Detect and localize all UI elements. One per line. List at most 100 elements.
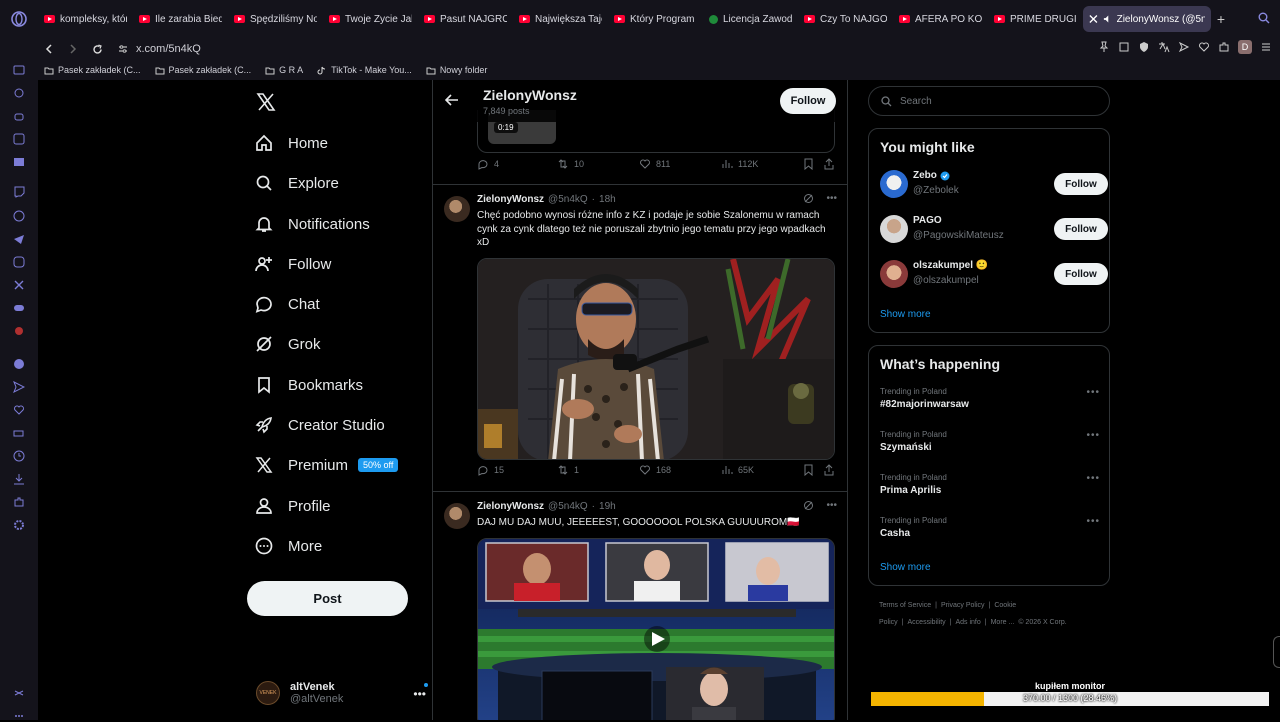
trend-item[interactable]: Trending in Poland Szymański ••• xyxy=(880,430,1100,453)
opera-logo-icon[interactable] xyxy=(0,0,38,38)
back-icon[interactable] xyxy=(40,40,58,58)
trend-item[interactable]: Trending in Poland Casha ••• xyxy=(880,516,1100,539)
tweet-author-name[interactable]: ZielonyWonsz xyxy=(477,194,544,205)
tab-active[interactable]: ZielonyWonsz (@5n4k xyxy=(1083,6,1211,32)
suggested-name[interactable]: Zebo xyxy=(913,170,937,181)
tab[interactable]: Największa Taje xyxy=(513,6,608,32)
follow-button[interactable]: Follow xyxy=(780,88,836,114)
tweet-author-handle[interactable]: @5n4kQ xyxy=(548,501,588,512)
nav-item-profile[interactable]: Profile xyxy=(254,496,331,516)
tweet-more-icon[interactable]: ••• xyxy=(826,193,837,204)
footer-link[interactable]: More ... xyxy=(991,619,1015,626)
sidebar-more-icon[interactable] xyxy=(13,710,25,722)
trend-more-icon[interactable]: ••• xyxy=(1086,430,1100,441)
tab[interactable]: Spędziliśmy Noc xyxy=(228,6,323,32)
tweet-media-video[interactable] xyxy=(477,538,835,720)
sidebar-extensions-icon[interactable] xyxy=(13,496,25,508)
grok-icon[interactable] xyxy=(803,500,814,511)
repost-button[interactable]: 10 xyxy=(557,158,584,170)
trend-more-icon[interactable]: ••• xyxy=(1086,516,1100,527)
footer-link[interactable]: Privacy Policy xyxy=(941,602,985,609)
show-more-link[interactable]: Show more xyxy=(880,309,931,320)
bookmark-item[interactable]: Nowy folder xyxy=(426,65,487,75)
profile-avatar[interactable]: D xyxy=(1238,40,1252,54)
tweet-time[interactable]: 18h xyxy=(599,194,616,205)
nav-item-premium[interactable]: Premium 50% off xyxy=(254,455,399,475)
reply-button[interactable]: 15 xyxy=(477,464,504,476)
sidebar-spotify-icon[interactable] xyxy=(13,358,25,370)
sidebar-settings-icon[interactable] xyxy=(13,519,25,531)
sidebar-workspace-icon[interactable] xyxy=(13,64,25,76)
account-switcher[interactable]: VENEK altVenek @altVenek ••• xyxy=(256,681,428,705)
sidebar-heart-icon[interactable] xyxy=(13,404,25,416)
grok-icon[interactable] xyxy=(803,193,814,204)
nav-item-home[interactable]: Home xyxy=(254,133,328,153)
nav-item-creator-studio[interactable]: Creator Studio xyxy=(254,415,385,435)
follow-button[interactable]: Follow xyxy=(1054,173,1108,195)
nav-item-follow[interactable]: Follow xyxy=(254,254,331,274)
bookmark-item[interactable]: Pasek zakładek (C... xyxy=(44,65,141,75)
sidebar-send-icon[interactable] xyxy=(13,381,25,393)
trend-more-icon[interactable]: ••• xyxy=(1086,473,1100,484)
sidebar-discord-icon[interactable] xyxy=(13,302,25,314)
heart-icon[interactable] xyxy=(1198,41,1210,53)
sidebar-history-icon[interactable] xyxy=(13,450,25,462)
trend-more-icon[interactable]: ••• xyxy=(1086,387,1100,398)
show-more-link[interactable]: Show more xyxy=(880,562,931,573)
search-input[interactable]: Search xyxy=(868,86,1110,116)
tab-search-icon[interactable] xyxy=(1258,12,1270,24)
tab[interactable]: Pasut NAJGROŹ xyxy=(418,6,513,32)
sidebar-messenger-icon[interactable] xyxy=(13,210,25,222)
follow-button[interactable]: Follow xyxy=(1054,218,1108,240)
tab[interactable]: kompleksy, które xyxy=(38,6,133,32)
sidebar-gmail-icon[interactable] xyxy=(13,156,25,168)
reload-icon[interactable] xyxy=(88,40,106,58)
reply-button[interactable]: 4 xyxy=(477,158,499,170)
url-field[interactable]: x.com/5n4kQ xyxy=(118,43,201,55)
nav-item-more[interactable]: More xyxy=(254,536,322,556)
tweet-more-icon[interactable]: ••• xyxy=(826,500,837,511)
tab[interactable]: AFERA PO KONI xyxy=(893,6,988,32)
views-button[interactable]: 65K xyxy=(721,464,754,476)
avatar[interactable] xyxy=(880,260,908,288)
share-button[interactable] xyxy=(823,158,835,170)
sidebar-refresh-icon[interactable] xyxy=(13,87,25,99)
post-button[interactable]: Post xyxy=(247,581,408,616)
suggested-name[interactable]: PAGO xyxy=(913,215,942,226)
repost-button[interactable]: 1 xyxy=(557,464,579,476)
tab[interactable]: PRIME DRUGI R xyxy=(988,6,1083,32)
follow-button[interactable]: Follow xyxy=(1054,263,1108,285)
bookmark-item[interactable]: Pasek zakładek (C... xyxy=(155,65,251,75)
like-button[interactable]: 168 xyxy=(639,464,671,476)
nav-item-chat[interactable]: Chat xyxy=(254,294,320,314)
trend-item[interactable]: Trending in Poland #82majorinwarsaw ••• xyxy=(880,387,1100,410)
snapshot-icon[interactable] xyxy=(1118,41,1130,53)
account-more-icon[interactable]: ••• xyxy=(413,687,426,701)
footer-link[interactable]: Accessibility xyxy=(908,619,946,626)
sidebar-telegram-icon[interactable] xyxy=(13,233,25,245)
tab[interactable]: Ile zarabia Biedr xyxy=(133,6,228,32)
trend-item[interactable]: Trending in Poland Prima Aprilis ••• xyxy=(880,473,1100,496)
bookmark-item[interactable]: G R A xyxy=(265,65,303,75)
sidebar-instagram-icon[interactable] xyxy=(13,256,25,268)
nav-item-explore[interactable]: Explore xyxy=(254,173,339,193)
x-logo-icon[interactable] xyxy=(256,92,276,112)
footer-link[interactable]: Ads info xyxy=(955,619,980,626)
nav-item-bookmarks[interactable]: Bookmarks xyxy=(254,375,363,395)
translate-icon[interactable] xyxy=(1158,41,1170,53)
suggested-account[interactable]: Zebo @Zebolek Follow xyxy=(880,169,1108,199)
sidebar-app-icon[interactable] xyxy=(13,325,25,337)
nav-item-notifications[interactable]: Notifications xyxy=(254,214,370,234)
tab[interactable]: Który Program je xyxy=(608,6,703,32)
tweet-author-name[interactable]: ZielonyWonsz xyxy=(477,501,544,512)
sidebar-opera-gx-icon[interactable] xyxy=(13,687,25,699)
views-button[interactable]: 112K xyxy=(721,158,758,170)
tweet-time[interactable]: 19h xyxy=(599,501,616,512)
tweet-author-handle[interactable]: @5n4kQ xyxy=(548,194,588,205)
suggested-account[interactable]: PAGO @PagowskiMateusz Follow xyxy=(880,214,1108,244)
sidebar-x-icon[interactable] xyxy=(13,279,25,291)
bookmark-button[interactable] xyxy=(803,464,814,476)
footer-link[interactable]: Terms of Service xyxy=(879,602,931,609)
footer-link[interactable]: © 2026 X Corp. xyxy=(1018,619,1066,626)
nav-item-grok[interactable]: Grok xyxy=(254,334,321,354)
